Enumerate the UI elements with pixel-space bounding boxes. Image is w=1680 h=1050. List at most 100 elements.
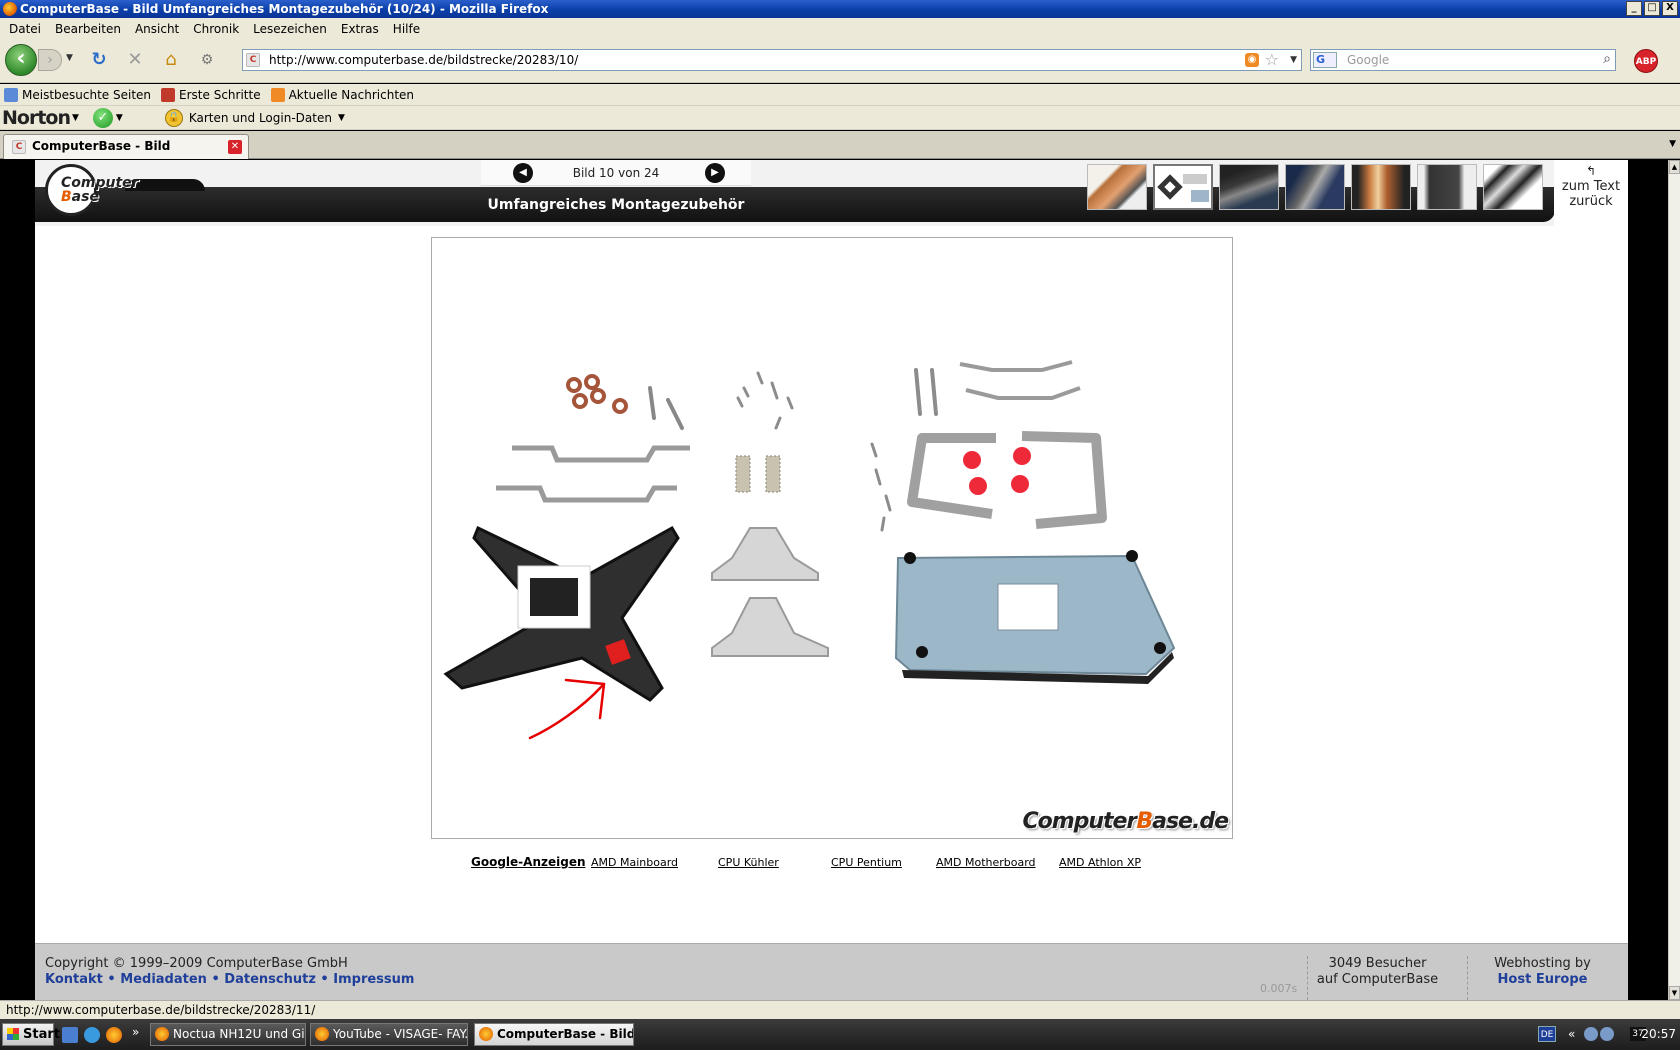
taskbar-item-youtube[interactable]: YouTube - VISAGE- FAY... (310, 1023, 468, 1046)
hoster-link[interactable]: Host Europe (1498, 972, 1588, 987)
thumb-parts-shape (1183, 174, 1207, 184)
thumbnail-4[interactable] (1285, 164, 1345, 210)
back-to-text-label: zum Text zurück (1561, 179, 1621, 209)
mounting-kit-photo (443, 360, 1176, 740)
site-favicon-icon: C (246, 53, 260, 67)
vertical-scrollbar[interactable]: ▲ ▼ (1668, 160, 1680, 1000)
search-input[interactable]: Google (1347, 50, 1389, 70)
triangle-left-icon: ◀ (519, 167, 527, 178)
tab-list-dropdown-icon[interactable]: ▼ (1669, 139, 1676, 149)
back-to-article-button[interactable]: ↰ zum Text zurück (1554, 160, 1628, 226)
tab-close-icon[interactable]: ✕ (228, 140, 242, 154)
start-button[interactable]: Start (2, 1023, 60, 1046)
home-button[interactable]: ⌂ (160, 49, 182, 71)
show-desktop-icon[interactable] (62, 1027, 78, 1043)
stop-button[interactable]: ✕ (124, 49, 146, 71)
bookmark-first-steps[interactable]: Erste Schritte (161, 87, 261, 102)
footer-link-kontakt[interactable]: Kontakt (45, 972, 103, 987)
visitor-count: 3049 Besucher auf ComputerBase (1307, 956, 1447, 1000)
language-indicator[interactable]: DE (1538, 1026, 1556, 1042)
ad-link-amd-athlon-xp[interactable]: AMD Athlon XP (1059, 856, 1141, 869)
ad-link-cpu-pentium[interactable]: CPU Pentium (831, 856, 902, 869)
bookmark-most-visited[interactable]: Meistbesuchte Seiten (4, 87, 152, 102)
thumbnail-6[interactable] (1417, 164, 1477, 210)
maximize-button[interactable]: □ (1644, 1, 1660, 16)
identity-safe-icon[interactable]: 🔒 (164, 108, 183, 127)
ad-link-cpu-kuehler[interactable]: CPU Kühler (718, 856, 779, 869)
norton-logins-button[interactable]: Karten und Login-Daten (189, 111, 332, 125)
history-dropdown-icon[interactable]: ▼ (66, 53, 73, 63)
computerbase-logo[interactable]: Computer Base (45, 164, 139, 216)
norton-dropdown-icon[interactable]: ▼ (72, 113, 79, 123)
thumbnail-5[interactable] (1351, 164, 1411, 210)
search-engine-icon[interactable]: G (1313, 52, 1337, 68)
menu-hilfe[interactable]: Hilfe (386, 22, 427, 36)
menu-extras[interactable]: Extras (334, 22, 386, 36)
gallery-image[interactable]: ComputerBase.de (431, 237, 1233, 839)
brackets-right (959, 360, 1081, 400)
windows-taskbar: Start » Noctua NH12U und Giga... YouTube… (0, 1019, 1680, 1050)
footer-link-impressum[interactable]: Impressum (333, 972, 414, 987)
arrow-left-icon: ‹ (16, 46, 26, 71)
taskbar-item-noctua[interactable]: Noctua NH12U und Giga... (150, 1023, 306, 1046)
rss-icon[interactable]: ◉ (1245, 53, 1259, 67)
reload-button[interactable]: ↻ (88, 49, 110, 71)
thumbnail-7[interactable] (1483, 164, 1543, 210)
bookmark-label: Meistbesuchte Seiten (22, 87, 152, 102)
bookmark-news[interactable]: Aktuelle Nachrichten (270, 87, 414, 102)
tray-expand-icon[interactable]: « (1568, 1023, 1575, 1046)
back-button[interactable]: ‹ (5, 44, 37, 76)
triangle-right-icon: ▶ (711, 167, 719, 178)
taskbar-item-computerbase[interactable]: ComputerBase - Bild ... (474, 1023, 634, 1046)
bookmark-star-icon[interactable]: ☆ (1265, 51, 1279, 69)
image-pager: ◀ Bild 10 von 24 ▶ (481, 160, 751, 186)
quicklaunch-more-icon[interactable]: » (132, 1025, 139, 1039)
norton-logo[interactable]: Norton (2, 107, 71, 129)
scroll-down-icon[interactable]: ▼ (1669, 986, 1680, 1000)
footer-separator: • (315, 972, 334, 987)
tray-icons (1584, 1027, 1614, 1041)
addon-button[interactable]: ⚙ (196, 49, 218, 71)
url-input[interactable]: http://www.computerbase.de/bildstrecke/2… (269, 50, 578, 70)
scroll-up-icon[interactable]: ▲ (1669, 160, 1680, 174)
watermark-ase-de: ase.de (1152, 809, 1229, 834)
network-icon[interactable] (1600, 1027, 1614, 1041)
thumbnail-3[interactable] (1219, 164, 1279, 210)
check-dropdown-icon[interactable]: ▼ (116, 113, 123, 123)
navigation-toolbar: ‹ › ▼ ↻ ✕ ⌂ ⚙ C http://www.computerbase.… (0, 39, 1680, 83)
ad-link-amd-motherboard[interactable]: AMD Motherboard (936, 856, 1036, 869)
magnifier-icon[interactable]: ⌕ (1603, 51, 1611, 67)
url-dropdown-icon[interactable]: ▼ (1290, 55, 1297, 65)
next-image-button[interactable]: ▶ (705, 163, 725, 183)
search-bar[interactable]: G Google ⌕ (1310, 49, 1616, 71)
security-check-icon[interactable]: ✓ (92, 107, 113, 128)
thumbnail-2[interactable] (1153, 164, 1213, 210)
previous-image-button[interactable]: ◀ (513, 163, 533, 183)
thumbnail-1[interactable] (1087, 164, 1147, 210)
tray-app-icon[interactable] (1584, 1027, 1598, 1041)
ad-link-amd-mainboard[interactable]: AMD Mainboard (591, 856, 678, 869)
close-button[interactable]: X (1662, 1, 1678, 16)
menu-chronik[interactable]: Chronik (186, 22, 246, 36)
gears-icon: ⚙ (200, 52, 214, 68)
menu-bearbeiten[interactable]: Bearbeiten (48, 22, 128, 36)
forward-button[interactable]: › (38, 49, 62, 71)
internet-explorer-icon[interactable] (84, 1027, 100, 1043)
menu-datei[interactable]: Datei (2, 22, 48, 36)
google-ads-label[interactable]: Google-Anzeigen (471, 855, 586, 869)
backplate-x-bracket (443, 525, 680, 702)
footer-link-datenschutz[interactable]: Datenschutz (224, 972, 316, 987)
adblock-plus-icon[interactable]: ABP (1634, 49, 1658, 73)
footer-link-mediadaten[interactable]: Mediadaten (120, 972, 207, 987)
url-bar[interactable]: C http://www.computerbase.de/bildstrecke… (242, 49, 1302, 71)
minimize-button[interactable]: _ (1626, 1, 1642, 16)
google-ads: Google-Anzeigen AMD Mainboard CPU Kühler… (431, 855, 1233, 875)
tab-strip: C ComputerBase - Bild Umfangreic... ✕ ▼ (0, 131, 1680, 176)
menu-lesezeichen[interactable]: Lesezeichen (246, 22, 334, 36)
tab-computerbase[interactable]: C ComputerBase - Bild Umfangreic... ✕ (3, 134, 249, 176)
logins-dropdown-icon[interactable]: ▼ (338, 113, 345, 123)
status-text: http://www.computerbase.de/bildstrecke/2… (6, 1003, 316, 1017)
menu-ansicht[interactable]: Ansicht (128, 22, 186, 36)
firefox-quicklaunch-icon[interactable] (106, 1027, 122, 1043)
thumb-plate-shape (1191, 190, 1209, 202)
